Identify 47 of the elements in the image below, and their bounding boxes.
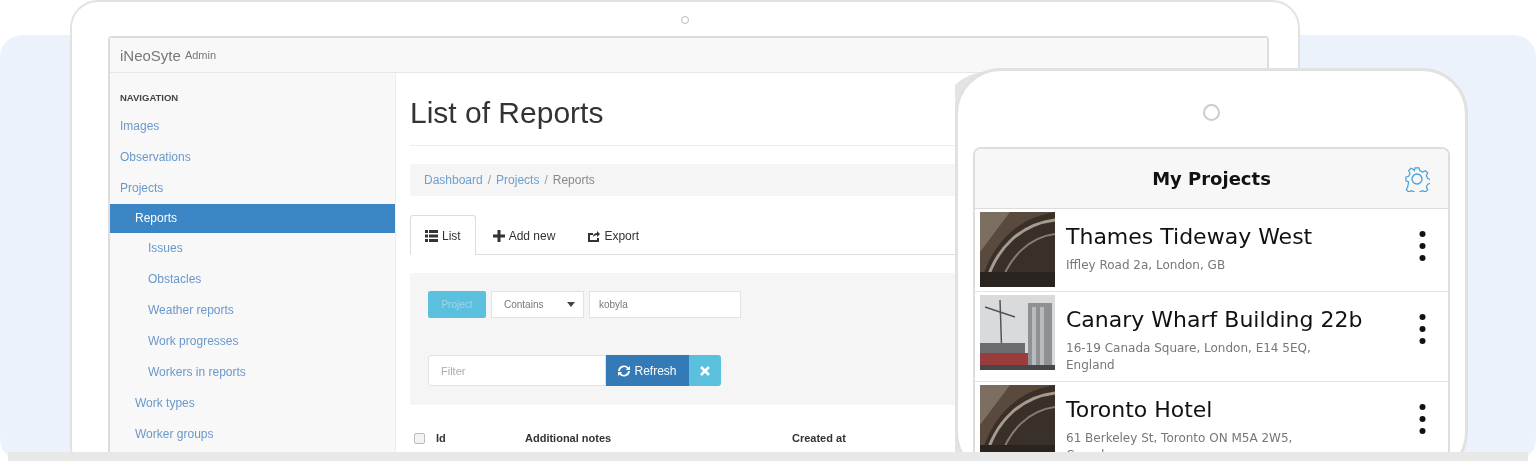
nav-item[interactable]: Workers in reports <box>110 357 395 388</box>
tab[interactable]: Add new <box>477 216 571 254</box>
more-icon[interactable] <box>1419 403 1426 435</box>
column-header: Created at <box>792 432 847 444</box>
breadcrumb-separator: / <box>544 173 548 187</box>
project-address: Iffley Road 2a, London, GB <box>1066 257 1227 274</box>
nav-item[interactable]: Work progresses <box>110 326 395 357</box>
nav-item[interactable]: Worker groups <box>110 419 395 450</box>
caret-icon <box>567 302 575 307</box>
value-field[interactable]: kobyla <box>589 291 741 318</box>
nav-item[interactable]: Images <box>110 111 395 142</box>
breadcrumb-separator: / <box>487 173 492 187</box>
camera-dot <box>1203 104 1220 121</box>
screen-title: My Projects <box>1152 168 1271 189</box>
nav-item[interactable]: Obstacles <box>110 264 395 295</box>
nav-item[interactable]: Reports <box>110 204 395 233</box>
nav-item[interactable]: Work types <box>110 388 395 419</box>
settings-icon[interactable] <box>1404 166 1430 192</box>
nav-item[interactable]: Observations <box>110 142 395 173</box>
export-icon <box>587 229 601 242</box>
nav-item[interactable]: Issues <box>110 233 395 264</box>
breadcrumb-current: Reports <box>552 173 595 187</box>
more-icon[interactable] <box>1419 313 1426 345</box>
column-header: Additional notes <box>525 432 613 444</box>
breadcrumb-link[interactable]: Dashboard <box>424 173 483 187</box>
breadcrumb-link[interactable]: Projects <box>496 173 540 187</box>
project-address: 16-19 Canada Square, London, E14 5EQ, England <box>1066 340 1312 374</box>
list-icon <box>425 229 438 242</box>
nav-item[interactable]: Projects <box>110 173 395 204</box>
close-icon <box>700 365 710 376</box>
filter-field[interactable]: Filter <box>428 355 606 386</box>
more-icon[interactable] <box>1419 230 1426 262</box>
nav-item[interactable]: Weather reports <box>110 295 395 326</box>
column-header: Id <box>436 432 447 444</box>
tab[interactable]: List <box>410 215 476 255</box>
refresh-button[interactable]: Refresh <box>606 355 689 386</box>
plus-icon <box>492 229 505 242</box>
project-name: Toronto Hotel <box>1066 396 1214 424</box>
refresh-icon <box>618 364 631 377</box>
nav-heading: NAVIGATION <box>119 91 180 105</box>
operator-select[interactable]: Contains <box>491 291 584 318</box>
brand-suffix: Admin <box>184 49 217 61</box>
project-name: Thames Tideway West <box>1066 223 1314 251</box>
select-all-checkbox[interactable] <box>414 432 425 444</box>
project-name: Canary Wharf Building 22b <box>1066 306 1364 334</box>
tab[interactable]: Export <box>572 216 655 254</box>
brand-name: iNeoSyte <box>120 46 181 64</box>
